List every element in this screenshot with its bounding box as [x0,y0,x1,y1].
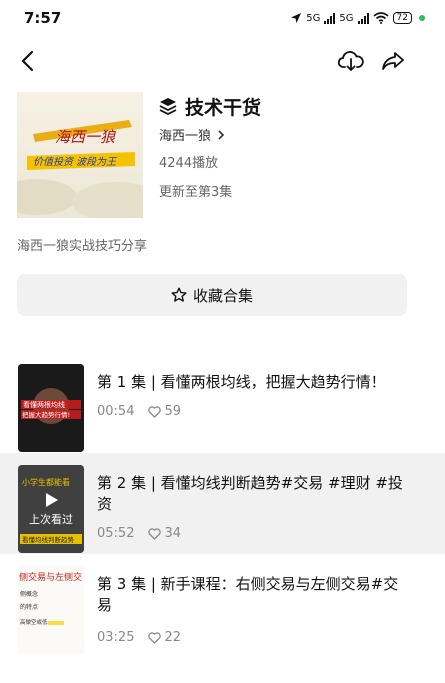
collection-title: 技术干货 [185,96,262,119]
thumbnail-text-2: 侧概念 [20,590,38,598]
author-link[interactable]: 海西一狼 [159,125,261,144]
collection-description: 海西一狼实战技巧分享 [17,239,148,254]
episode-item[interactable]: 侧交易与左侧交 侧概念 的特点 高做空或低 第 3 集 | 新手课程：右侧交易与… [0,554,445,655]
episode-likes: 34 [148,526,181,541]
battery-icon: 72 [392,12,412,24]
episode-duration: 03:25 [97,630,135,645]
heart-outline-icon [148,405,162,418]
play-count: 4244播放 [159,156,219,171]
episode-title: 第 1 集 | 看懂两根均线，把握大趋势行情！ [97,373,386,391]
share-button[interactable] [378,46,408,76]
episode-duration: 00:54 [97,404,135,419]
heart-outline-icon [148,527,162,540]
thumbnail-text-2: 看懂均线判断趋势 [22,535,75,544]
layers-icon [159,98,177,115]
thumbnail-text-1: 看懂两根均线 [23,400,65,409]
location-arrow-icon [291,13,302,23]
episode-meta: 00:54 59 [97,404,181,419]
episode-title: 第 3 集 | 新手课程：右侧交易与左侧交易#交易 [97,575,399,614]
episode-meta: 03:25 22 [97,630,181,645]
episode-likes: 22 [148,630,181,645]
signal-icon [324,12,336,24]
wifi-icon [373,12,389,24]
last-watched-badge: 上次看过 [29,512,73,526]
likes-count: 59 [164,404,182,419]
thumbnail-image: 看懂两根均线 把握大趋势行情! [18,364,84,452]
chevron-right-icon [218,129,225,140]
episode-meta: 05:52 34 [97,526,181,541]
collection-header: 海西一狼 价值投资 波段为王 技术干货 海西一狼 4244播放 更新至第3集 [17,92,417,218]
status-icons: 5G 5G 72 [290,12,425,24]
status-time: 7:57 [24,9,62,27]
cover-art: 海西一狼 价值投资 波段为王 [17,120,143,218]
episode-item[interactable]: 看懂两根均线 把握大趋势行情! 第 1 集 | 看懂两根均线，把握大趋势行情！ … [0,352,445,453]
camera-indicator-dot [419,15,425,21]
top-nav [0,42,445,78]
heart-outline-icon [148,631,162,644]
download-button[interactable] [336,46,366,76]
network-type-label: 5G [306,12,321,24]
status-bar: 7:57 5G 5G 72 [0,0,445,36]
likes-count: 34 [164,526,182,541]
star-outline-icon [171,287,187,302]
title-row: 技术干货 [159,92,261,120]
share-icon [382,52,404,70]
battery-level: 72 [396,12,408,23]
cloud-download-icon [338,51,364,71]
author-name: 海西一狼 [159,129,212,144]
episode-thumbnail: 小学生都能看 上次看过 看懂均线判断趋势 [18,465,84,553]
thumbnail-text-3: 的特点 [20,603,38,611]
signal-icon-2 [357,12,369,24]
thumbnail-text-1: 侧交易与左侧交 [19,571,82,583]
collect-button-label: 收藏合集 [192,286,253,305]
episode-thumbnail: 看懂两根均线 把握大趋势行情! [18,364,84,452]
episode-item[interactable]: 小学生都能看 上次看过 看懂均线判断趋势 第 2 集 | 看懂均线判断趋势#交易… [0,453,445,554]
collection-cover[interactable]: 海西一狼 价值投资 波段为王 [17,92,143,218]
back-button[interactable] [12,46,42,76]
chevron-left-icon [21,50,34,72]
thumbnail-text-4: 高做空或低 [20,618,48,626]
thumbnail-text-1: 小学生都能看 [22,477,70,487]
thumbnail-image: 小学生都能看 上次看过 看懂均线判断趋势 [18,465,84,553]
thumbnail-image: 侧交易与左侧交 侧概念 的特点 高做空或低 [18,566,84,654]
collection-info: 技术干货 海西一狼 4244播放 更新至第3集 [159,92,261,201]
episode-thumbnail: 侧交易与左侧交 侧概念 的特点 高做空或低 [18,566,84,654]
episode-title: 第 2 集 | 看懂均线判断趋势#交易 #理财 #投资 [97,474,403,513]
network-type-label-2: 5G [339,12,354,24]
collect-button[interactable]: 收藏合集 [17,274,407,316]
cover-title: 海西一狼 [55,128,117,146]
likes-count: 22 [164,630,182,645]
episode-duration: 05:52 [97,526,135,541]
episode-list: 看懂两根均线 把握大趋势行情! 第 1 集 | 看懂两根均线，把握大趋势行情！ … [0,352,445,655]
cover-slogan: 价值投资 波段为王 [33,156,117,168]
thumbnail-text-2: 把握大趋势行情! [22,410,70,419]
update-status: 更新至第3集 [159,185,233,200]
episode-likes: 59 [148,404,181,419]
